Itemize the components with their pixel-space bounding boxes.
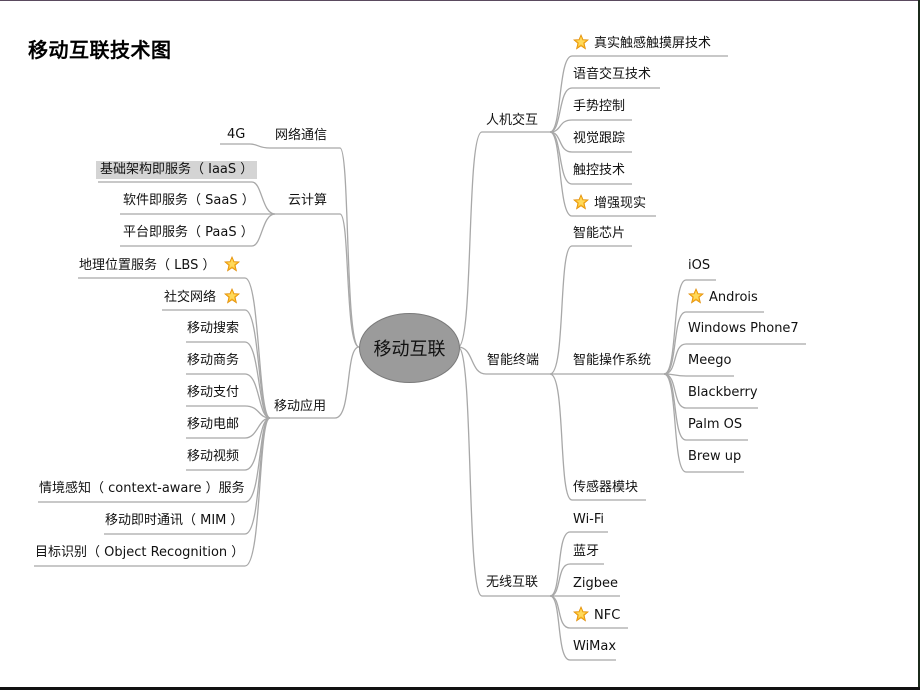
branch-cloud-computing[interactable]: 云计算 (288, 192, 327, 210)
topic-mobile-video[interactable]: 移动视频 (187, 448, 239, 466)
topic-wimax[interactable]: WiMax (573, 638, 616, 656)
topic-social-network[interactable]: 社交网络 (164, 288, 241, 307)
connector-network-4g (220, 143, 271, 149)
topic-blackberry[interactable]: Blackberry (688, 384, 758, 402)
topic-context-aware[interactable]: 情境感知（ context-aware ）服务 (39, 480, 245, 498)
topic-mim[interactable]: 移动即时通讯（ MIM ） (105, 512, 244, 530)
topic-meego[interactable]: Meego (688, 352, 731, 370)
central-topic-label: 移动互联 (373, 339, 446, 360)
topic-4g[interactable]: 4G (227, 126, 245, 144)
topic-smart-os[interactable]: 智能操作系统 (573, 352, 651, 370)
topic-object-recognition[interactable]: 目标识别（ Object Recognition ） (35, 544, 244, 562)
connector-center-cloud (275, 213, 360, 348)
topic-lbs-label: 地理位置服务（ LBS ） (79, 258, 216, 273)
connector-center-hci (457, 131, 550, 348)
branch-smart-terminal[interactable]: 智能终端 (487, 352, 539, 370)
topic-mobile-commerce[interactable]: 移动商务 (187, 352, 239, 370)
topic-paas[interactable]: 平台即服务（ PaaS ） (123, 224, 254, 242)
topic-mobile-search[interactable]: 移动搜索 (187, 320, 239, 338)
topic-mobile-email[interactable]: 移动电邮 (187, 416, 239, 434)
connector-center-wireless (457, 346, 550, 597)
topic-wifi[interactable]: Wi-Fi (573, 511, 604, 529)
topic-sensor-module[interactable]: 传感器模块 (573, 479, 638, 497)
topic-social-network-label: 社交网络 (164, 290, 217, 305)
topic-lbs[interactable]: 地理位置服务（ LBS ） (79, 256, 240, 275)
topic-saas[interactable]: 软件即服务（ SaaS ） (123, 192, 255, 210)
topic-androis-label: Androis (709, 290, 758, 305)
topic-gesture-control[interactable]: 手势控制 (573, 98, 625, 116)
star-icon (223, 256, 240, 272)
topic-mobile-payment[interactable]: 移动支付 (187, 384, 239, 402)
connector-os-3 (663, 343, 806, 375)
topic-nfc[interactable]: NFC (573, 606, 620, 625)
topic-iaas[interactable]: 基础架构即服务（ IaaS ） (96, 161, 258, 179)
star-icon (688, 288, 704, 304)
topic-palm-os[interactable]: Palm OS (688, 416, 742, 434)
star-icon (573, 34, 589, 50)
topic-augmented-reality-label: 增强现实 (594, 196, 647, 211)
topic-touch-technology[interactable]: 触控技术 (573, 162, 625, 180)
mindmap-connectors (34, 55, 806, 661)
topic-haptic-touchscreen[interactable]: 真实触感触摸屏技术 (573, 34, 711, 53)
central-topic[interactable]: 移动互联 (359, 313, 460, 383)
topic-visual-tracking[interactable]: 视觉跟踪 (573, 130, 625, 148)
topic-brew-up[interactable]: Brew up (688, 448, 741, 466)
branch-hci[interactable]: 人机交互 (486, 112, 538, 130)
star-icon (224, 288, 241, 304)
branch-wireless[interactable]: 无线互联 (486, 574, 538, 592)
star-icon (573, 194, 589, 210)
topic-bluetooth[interactable]: 蓝牙 (573, 543, 599, 561)
topic-augmented-reality[interactable]: 增强现实 (573, 194, 646, 213)
topic-androis[interactable]: Androis (688, 288, 758, 307)
topic-voice-interaction[interactable]: 语音交互技术 (573, 66, 651, 84)
topic-ios[interactable]: iOS (688, 257, 710, 275)
topic-nfc-label: NFC (594, 608, 621, 623)
topic-smart-chip[interactable]: 智能芯片 (573, 225, 625, 243)
branch-network-communication[interactable]: 网络通信 (275, 127, 327, 145)
topic-haptic-touchscreen-label: 真实触感触摸屏技术 (594, 36, 712, 51)
topic-windows-phone7[interactable]: Windows Phone7 (688, 320, 799, 338)
branch-mobile-apps[interactable]: 移动应用 (274, 398, 326, 416)
topic-zigbee[interactable]: Zigbee (573, 575, 618, 593)
star-icon (573, 606, 589, 622)
connector-os-4 (663, 373, 734, 377)
